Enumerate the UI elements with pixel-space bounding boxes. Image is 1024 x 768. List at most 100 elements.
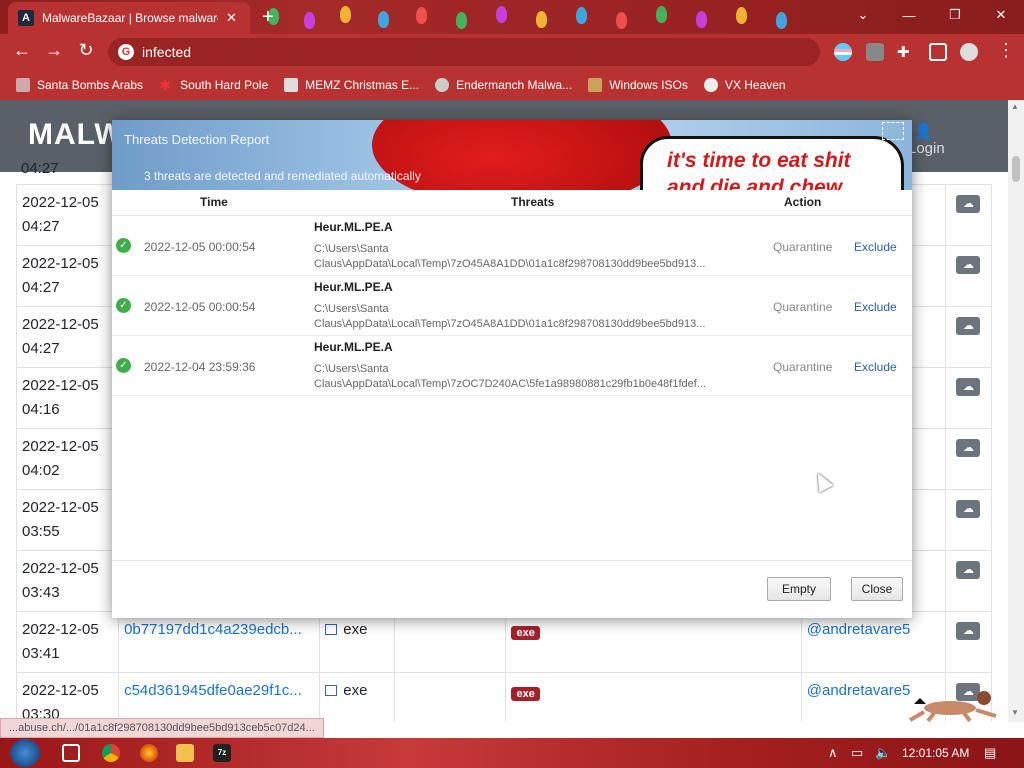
- vx-icon: [703, 78, 718, 92]
- download-cloud-icon[interactable]: ☁: [956, 561, 981, 579]
- dialog-title: Threats Detection Report: [124, 132, 270, 147]
- close-window-button[interactable]: ✕: [978, 0, 1024, 30]
- browser-tab-active[interactable]: A MalwareBazaar | Browse malware ✕: [8, 2, 250, 34]
- reporter-link[interactable]: @andretavare5: [800, 611, 946, 673]
- profile-avatar-icon[interactable]: [960, 43, 978, 61]
- date-cell: 2022-12-05 04:27: [15, 245, 120, 307]
- empty-button[interactable]: Empty: [767, 577, 831, 601]
- flag-extension-icon[interactable]: [834, 43, 852, 61]
- threat-name: Heur.ML.PE.A: [314, 220, 393, 234]
- tab-search-chevron-icon[interactable]: ⌄: [840, 0, 886, 30]
- notifications-icon[interactable]: ▤: [984, 745, 996, 761]
- login-link[interactable]: 👤 Login: [908, 122, 945, 157]
- figure-icon: [588, 78, 603, 92]
- threat-name: Heur.ML.PE.A: [314, 280, 393, 294]
- threat-row[interactable]: ✓ 2022-12-05 00:00:54 Heur.ML.PE.A C:\Us…: [112, 216, 912, 276]
- back-arrow-icon[interactable]: ←: [10, 40, 34, 61]
- page-scrollbar[interactable]: ▲ ▼: [1008, 100, 1024, 722]
- tags-cell: exe: [505, 611, 802, 673]
- tray-expand-icon[interactable]: ∧: [828, 745, 838, 761]
- new-tab-button[interactable]: +: [262, 6, 274, 29]
- exclude-link[interactable]: Exclude: [854, 240, 897, 254]
- bookmark-santa-bombs-arabs[interactable]: Santa Bombs Arabs: [16, 78, 143, 92]
- chrome-icon[interactable]: [102, 744, 120, 762]
- file-icon: [325, 685, 338, 696]
- download-cell: ☁: [944, 611, 993, 673]
- download-cloud-icon[interactable]: ☁: [956, 622, 981, 640]
- check-icon: ✓: [116, 358, 131, 373]
- exclude-link[interactable]: Exclude: [854, 300, 897, 314]
- threat-path: C:\Users\Santa Claus\AppData\Local\Temp\…: [314, 303, 706, 330]
- side-panel-icon[interactable]: [929, 43, 947, 61]
- signature-cell: [394, 672, 507, 722]
- threat-row[interactable]: ✓ 2022-12-05 00:00:54 Heur.ML.PE.A C:\Us…: [112, 276, 912, 336]
- start-button[interactable]: [10, 739, 40, 767]
- bookmark-endermanch-malware[interactable]: Endermanch Malwa...: [435, 78, 572, 92]
- reload-icon[interactable]: ↻: [74, 40, 98, 61]
- check-icon: ✓: [116, 298, 131, 313]
- malwarebazaar-favicon-icon: A: [18, 10, 34, 26]
- threat-row[interactable]: ✓ 2022-12-04 23:59:36 Heur.ML.PE.A C:\Us…: [112, 336, 912, 396]
- close-button[interactable]: Close: [851, 577, 903, 601]
- scroll-down-icon[interactable]: ▼: [1011, 708, 1019, 717]
- download-cloud-icon[interactable]: ☁: [956, 378, 981, 396]
- restore-button[interactable]: ❐: [932, 0, 978, 30]
- bookmark-vx-heaven[interactable]: VX Heaven: [703, 78, 786, 92]
- file-type-cell: exe: [319, 611, 396, 673]
- threat-action: Quarantine: [773, 240, 833, 254]
- file-type-cell: exe: [319, 672, 396, 722]
- taskbar-clock[interactable]: 12:01:05 AM: [902, 746, 969, 760]
- christmas-lights-decoration: [260, 2, 820, 32]
- more-menu-icon[interactable]: ⋮: [994, 40, 1018, 61]
- column-action: Action: [784, 195, 822, 209]
- hash-link[interactable]: c54d361945dfe0ae29f1c...: [118, 672, 321, 722]
- bookmark-windows-isos[interactable]: Windows ISOs: [588, 78, 688, 92]
- dancing-figure-decoration: [909, 691, 997, 722]
- tags-cell: exe: [505, 672, 802, 722]
- download-cloud-icon[interactable]: ☁: [956, 500, 981, 518]
- tag-badge[interactable]: exe: [511, 626, 540, 640]
- exclude-link[interactable]: Exclude: [854, 360, 897, 374]
- minimize-button[interactable]: —: [886, 0, 932, 30]
- link-status-url: ...abuse.ch/.../01a1c8f298708130dd9bee5b…: [0, 718, 324, 738]
- network-icon[interactable]: ▭: [851, 745, 863, 761]
- threat-time: 2022-12-05 00:00:54: [144, 300, 256, 314]
- bookmark-south-hard-pole[interactable]: ✱ South Hard Pole: [159, 78, 268, 92]
- scroll-up-icon[interactable]: ▲: [1011, 102, 1019, 111]
- file-icon: [325, 624, 338, 635]
- s-extension-icon[interactable]: [866, 43, 884, 61]
- check-icon: ✓: [116, 238, 131, 253]
- download-cloud-icon[interactable]: ☁: [956, 195, 981, 213]
- download-cloud-icon[interactable]: ☁: [956, 439, 981, 457]
- tab-close-icon[interactable]: ✕: [226, 10, 237, 26]
- firefox-icon[interactable]: [140, 744, 158, 762]
- scroll-thumb[interactable]: [1012, 156, 1020, 182]
- bookmark-memz-christmas[interactable]: MEMZ Christmas E...: [284, 78, 419, 92]
- table-row: 2022-12-05 03:41 0b77197dd1c4a239edcb... ex…: [15, 611, 993, 673]
- column-time: Time: [200, 195, 228, 209]
- forward-arrow-icon[interactable]: →: [42, 40, 66, 61]
- 7zip-icon[interactable]: 7z: [213, 744, 231, 762]
- dialog-close-icon[interactable]: [882, 122, 904, 140]
- download-cell: ☁: [944, 184, 993, 246]
- tab-title: MalwareBazaar | Browse malware: [42, 11, 218, 25]
- puzzle-extensions-icon[interactable]: ✚: [897, 43, 915, 61]
- browser-title-bar: A MalwareBazaar | Browse malware ✕ + ⌄ —…: [0, 0, 1024, 34]
- tag-badge[interactable]: exe: [511, 687, 540, 701]
- volume-icon[interactable]: 🔈: [875, 745, 891, 761]
- file-explorer-icon[interactable]: [176, 744, 194, 762]
- download-cloud-icon[interactable]: ☁: [956, 256, 981, 274]
- address-bar[interactable]: G infected: [108, 38, 820, 66]
- threat-list-header: Time Threats Action: [112, 190, 912, 216]
- download-cell: ☁: [944, 550, 993, 612]
- threat-time: 2022-12-05 00:00:54: [144, 240, 256, 254]
- speech-line-1: it's time to eat shit: [667, 149, 851, 172]
- download-cloud-icon[interactable]: ☁: [956, 317, 981, 335]
- date-cell: 2022-12-05 04:02: [15, 428, 120, 490]
- dialog-subtitle: 3 threats are detected and remediated au…: [144, 169, 421, 183]
- download-cell: ☁: [944, 367, 993, 429]
- site-logo[interactable]: MALW: [28, 118, 124, 152]
- task-view-icon[interactable]: [62, 744, 80, 762]
- threat-action: Quarantine: [773, 300, 833, 314]
- hash-link[interactable]: 0b77197dd1c4a239edcb...: [118, 611, 321, 673]
